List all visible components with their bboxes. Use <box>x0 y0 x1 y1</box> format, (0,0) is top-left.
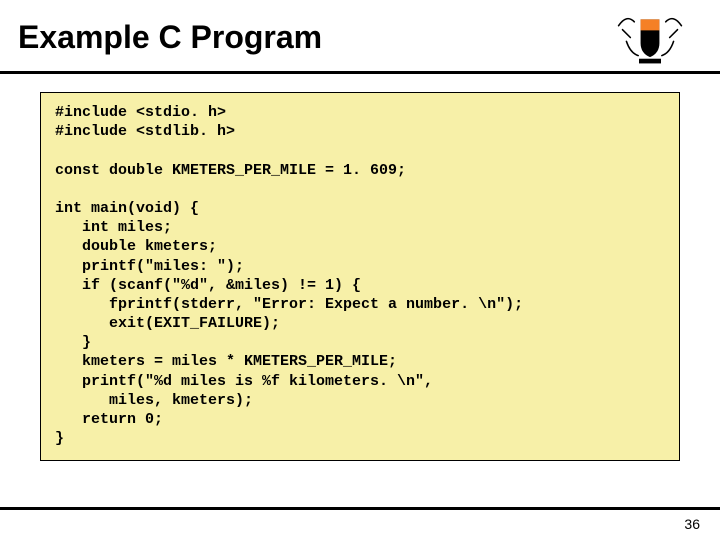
code-line: } <box>55 430 64 447</box>
content-area: #include <stdio. h> #include <stdlib. h>… <box>0 74 720 461</box>
code-line: #include <stdlib. h> <box>55 123 235 140</box>
code-line: return 0; <box>55 411 163 428</box>
divider-bottom <box>0 507 720 510</box>
code-line: fprintf(stderr, "Error: Expect a number.… <box>55 296 523 313</box>
code-line: kmeters = miles * KMETERS_PER_MILE; <box>55 353 397 370</box>
code-line: double kmeters; <box>55 238 217 255</box>
princeton-crest-icon <box>610 10 690 65</box>
code-line: if (scanf("%d", &miles) != 1) { <box>55 277 361 294</box>
code-line: miles, kmeters); <box>55 392 253 409</box>
code-line: #include <stdio. h> <box>55 104 226 121</box>
code-line: int miles; <box>55 219 172 236</box>
page-number: 36 <box>684 516 700 532</box>
code-line: exit(EXIT_FAILURE); <box>55 315 280 332</box>
title-row: Example C Program <box>0 0 720 71</box>
code-line: } <box>55 334 91 351</box>
slide-title: Example C Program <box>18 19 322 56</box>
slide: Example C Program #include <stdio. h> #i… <box>0 0 720 540</box>
code-line: printf("miles: "); <box>55 258 244 275</box>
code-line: const double KMETERS_PER_MILE = 1. 609; <box>55 162 406 179</box>
code-line: printf("%d miles is %f kilometers. \n", <box>55 373 433 390</box>
code-line: int main(void) { <box>55 200 199 217</box>
code-box: #include <stdio. h> #include <stdlib. h>… <box>40 92 680 461</box>
